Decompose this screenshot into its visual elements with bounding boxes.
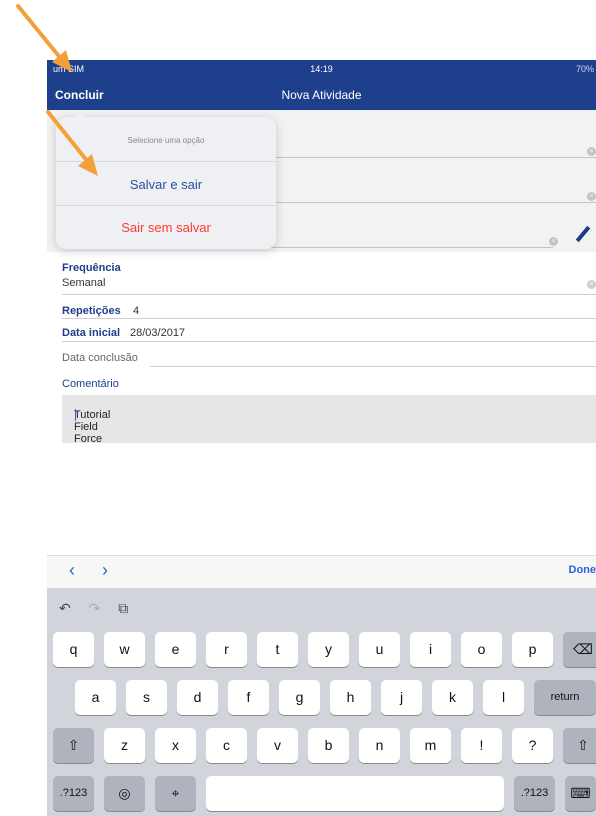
annotation-overlay bbox=[16, 4, 98, 176]
annotation-arrow-icon bbox=[16, 4, 72, 72]
annotation-arrow-icon bbox=[46, 110, 98, 176]
